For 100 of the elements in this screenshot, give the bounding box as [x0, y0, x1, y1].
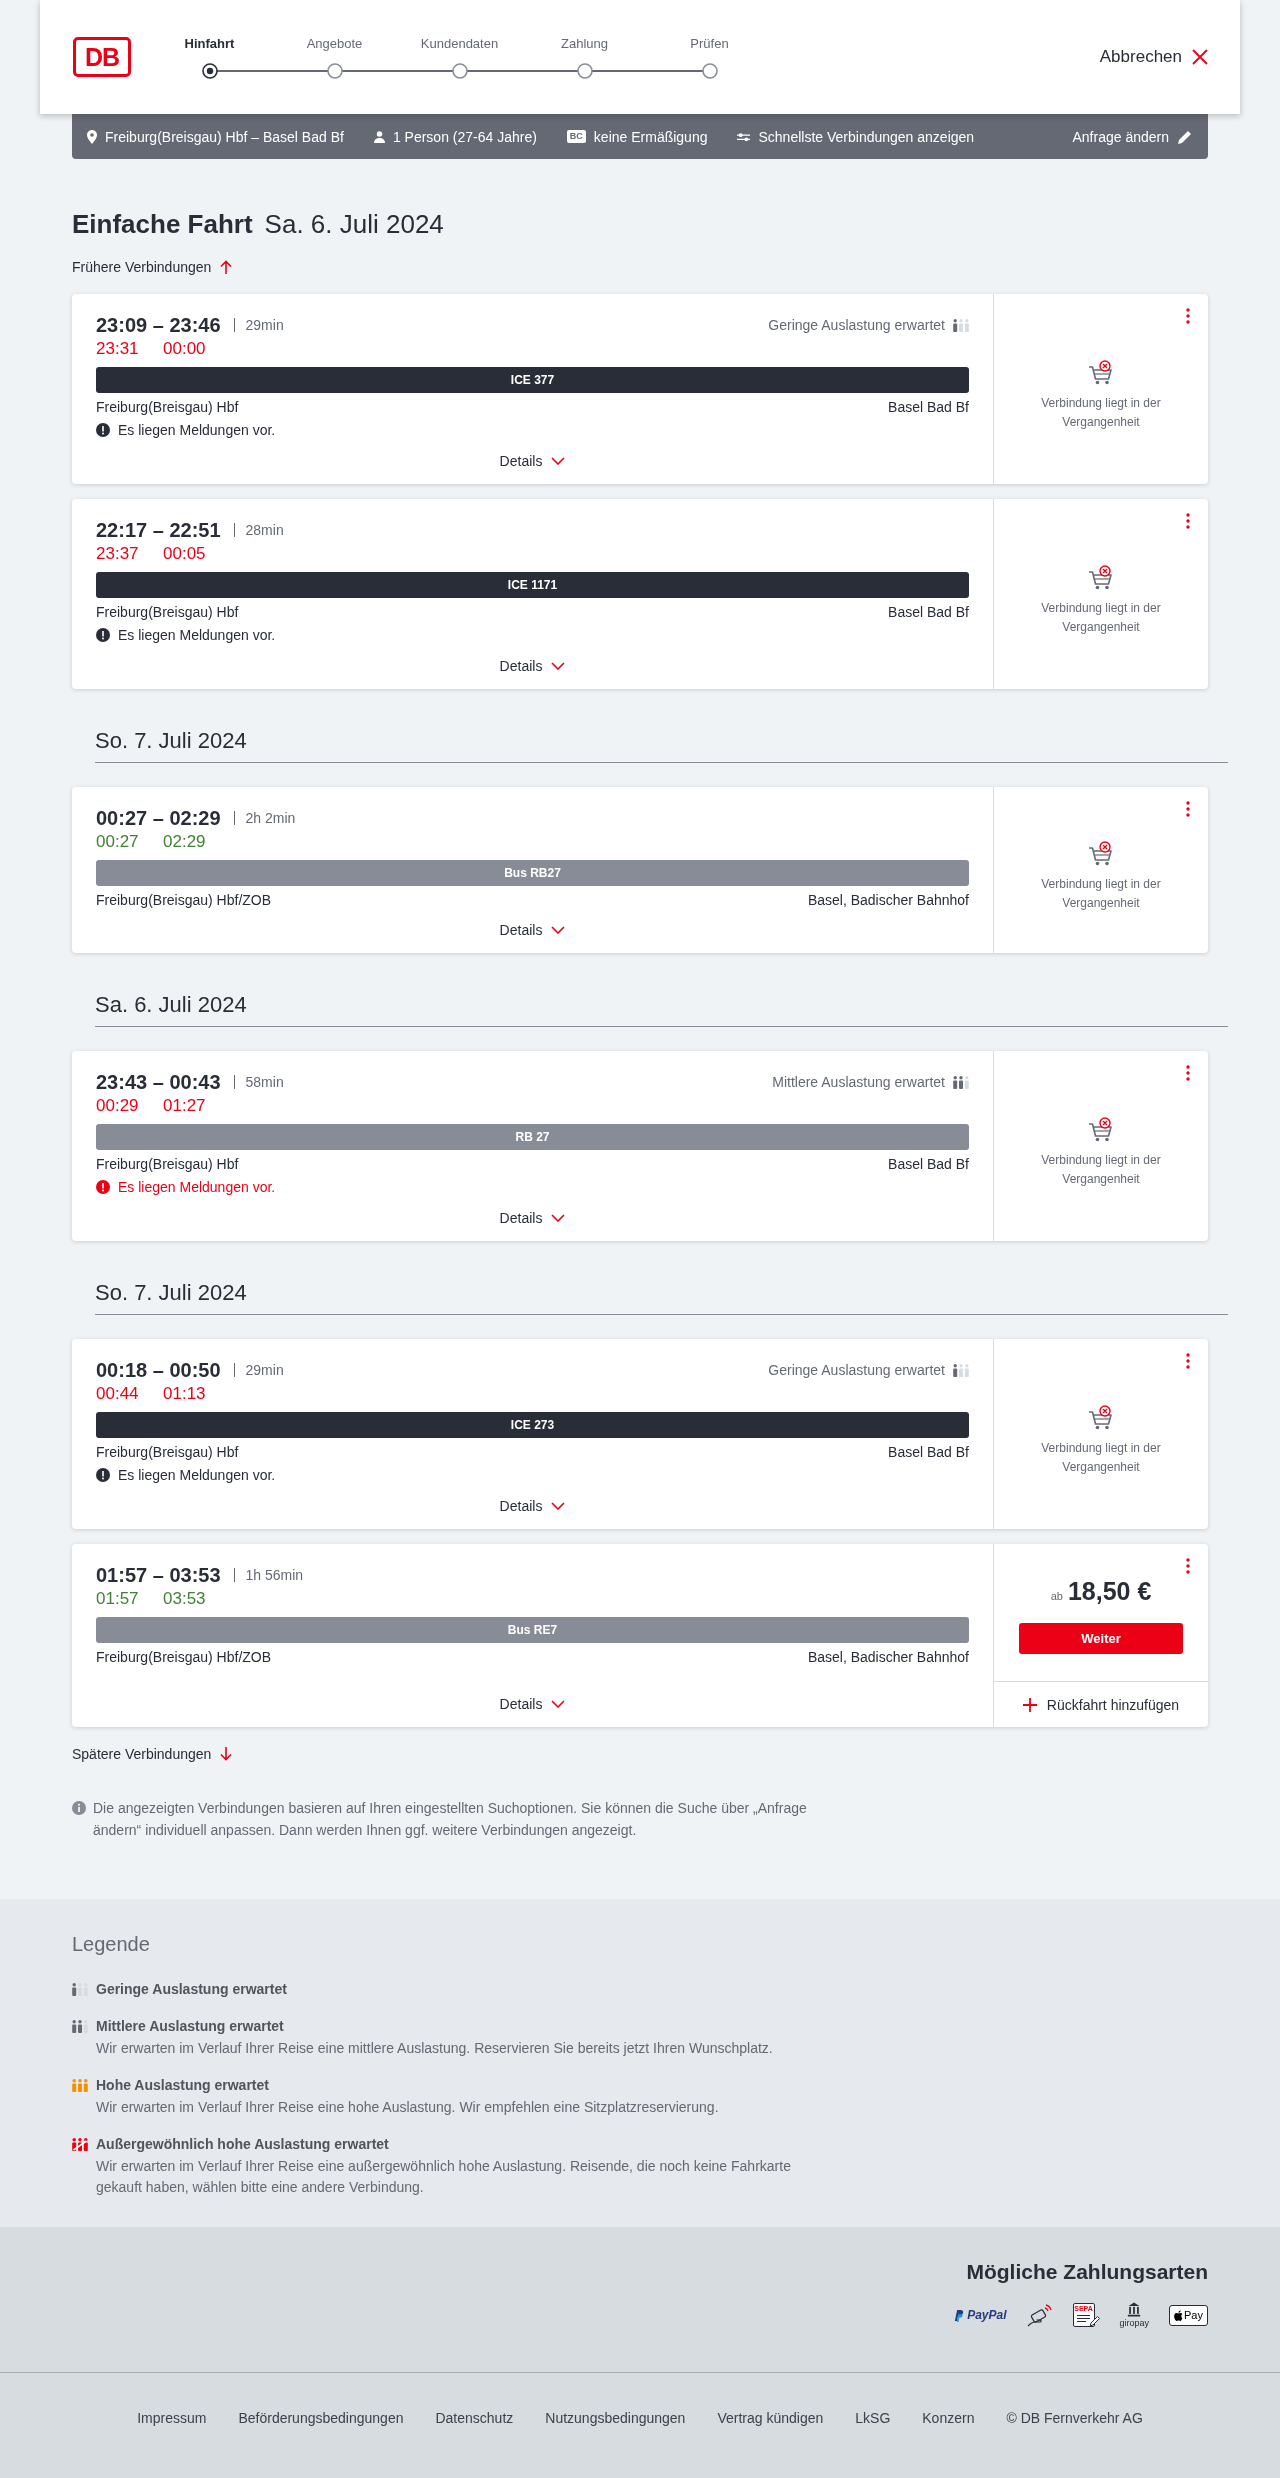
filter-sliders-icon — [737, 131, 751, 142]
more-options-icon[interactable] — [1186, 308, 1190, 324]
chevron-down-icon — [551, 926, 566, 934]
scheduled-times: 00:18 – 00:50 — [96, 1358, 221, 1382]
price-prefix: ab — [1050, 1590, 1063, 1602]
info-note: Die angezeigten Verbindungen basieren auf Ihren eingestellten Suchoptionen. Sie können die Suche über „Anfrage ändern“ individuell anpassen. Dann werden Ihnen ggf. weitere Verbindungen angezeigt. — [93, 1799, 808, 1840]
occupancy-icon — [72, 2079, 88, 2092]
travelers-text: 1 Person (27-64 Jahre) — [392, 128, 537, 145]
past-connection-text: Verbindung liegt in der Vergangenheit — [1040, 1152, 1162, 1188]
origin-station: Freiburg(Breisgau) Hbf/ZOB — [96, 891, 272, 910]
occupancy-icon — [72, 1983, 88, 1996]
more-options-icon[interactable] — [1186, 513, 1190, 529]
realtime-arrival: 01:27 — [163, 1096, 207, 1116]
cart-unavailable-icon — [1088, 841, 1114, 867]
duration-text: 2h 2min — [245, 810, 296, 826]
chevron-down-icon — [551, 1214, 566, 1222]
arrow-down-icon — [220, 1747, 233, 1761]
bank-building-icon — [1127, 2302, 1142, 2317]
footer-link[interactable]: Beförderungsbedingungen — [238, 2408, 404, 2428]
legend-item-title: Geringe Auslastung erwartet — [96, 1980, 288, 1999]
info-icon — [72, 1801, 86, 1815]
occupancy-icon — [953, 318, 969, 332]
occupancy-text: Geringe Auslastung erwartet — [768, 317, 945, 333]
continue-button[interactable]: Weiter — [1019, 1623, 1183, 1654]
add-return-trip-button[interactable]: Rückfahrt hinzufügen — [994, 1681, 1208, 1727]
scheduled-times: 00:27 – 02:29 — [96, 806, 221, 830]
footer-link[interactable]: Konzern — [922, 2408, 975, 2428]
past-connection-text: Verbindung liegt in der Vergangenheit — [1040, 876, 1162, 912]
destination-station: Basel Bad Bf — [888, 603, 969, 622]
details-button[interactable]: Details — [495, 1491, 570, 1521]
footer-link[interactable]: Vertrag kündigen — [717, 2408, 824, 2428]
legend-item-description: Wir erwarten im Verlauf Ihrer Reise eine mittlere Auslastung. Reservieren Sie bereits jetzt Ihren Wunschplatz. — [96, 2039, 774, 2058]
more-options-icon[interactable] — [1186, 1353, 1190, 1369]
price-text: 18,50 € — [1067, 1577, 1152, 1606]
destination-station: Basel, Badischer Bahnhof — [807, 1648, 969, 1667]
travel-date-title: Sa. 6. Juli 2024 — [264, 208, 444, 241]
destination-station: Basel Bad Bf — [888, 1155, 969, 1174]
chevron-down-icon — [551, 662, 566, 670]
scheduled-times: 01:57 – 03:53 — [96, 1563, 221, 1587]
origin-station: Freiburg(Breisgau) Hbf/ZOB — [96, 1648, 272, 1667]
realtime-arrival: 00:00 — [163, 339, 207, 359]
route-text: Freiburg(Breisgau) Hbf – Basel Bad Bf — [105, 128, 344, 145]
realtime-arrival: 03:53 — [163, 1589, 207, 1609]
duration-text: 29min — [245, 317, 284, 333]
plus-icon — [1022, 1697, 1037, 1712]
legend-item-description: Wir erwarten im Verlauf Ihrer Reise eine außergewöhnlich hohe Auslastung. Reisende, die noch keine Fahrkarte gekauft haben, wählen bitte eine andere Verbindung. — [96, 2157, 792, 2197]
details-button[interactable]: Details — [495, 915, 570, 945]
past-connection-text: Verbindung liegt in der Vergangenheit — [1040, 395, 1162, 431]
legend-item-description: Wir erwarten im Verlauf Ihrer Reise eine hohe Auslastung. Wir empfehlen eine Sitzplatzreservierung. — [96, 2098, 720, 2117]
chevron-down-icon — [551, 457, 566, 465]
details-button[interactable]: Details — [495, 1203, 570, 1233]
pencil-icon — [1178, 129, 1192, 144]
destination-station: Basel, Badischer Bahnhof — [807, 891, 969, 910]
realtime-departure: 23:31 — [96, 339, 140, 359]
details-button[interactable]: Details — [495, 1689, 570, 1719]
more-options-icon[interactable] — [1186, 801, 1190, 817]
step-label: Zahlung — [561, 35, 608, 53]
notice-text: Es liegen Meldungen vor. — [118, 421, 276, 440]
step-label: Kundendaten — [420, 35, 499, 53]
earlier-connections-link[interactable]: Frühere Verbindungen — [72, 257, 233, 277]
paypal-wordmark: PayPal — [967, 2308, 1007, 2322]
footer-link[interactable]: Datenschutz — [435, 2408, 514, 2428]
scheduled-times: 23:43 – 00:43 — [96, 1070, 221, 1094]
trip-type-title: Einfache Fahrt — [72, 208, 253, 241]
legend-item-title: Mittlere Auslastung erwartet — [96, 2017, 285, 2036]
realtime-arrival: 01:13 — [163, 1384, 207, 1404]
edit-request-button[interactable]: Anfrage ändern — [1072, 128, 1192, 145]
discount-card-badge: BC — [566, 130, 586, 143]
cart-unavailable-icon — [1088, 565, 1114, 591]
apple-icon — [1174, 2309, 1184, 2321]
footer-link[interactable]: Impressum — [137, 2408, 207, 2428]
origin-station: Freiburg(Breisgau) Hbf — [96, 398, 239, 417]
duration-text: 28min — [245, 522, 284, 538]
arrow-up-icon — [220, 260, 233, 274]
more-options-icon[interactable] — [1186, 1558, 1190, 1574]
later-connections-link[interactable]: Spätere Verbindungen — [72, 1744, 233, 1764]
alert-icon — [96, 1468, 110, 1482]
details-button[interactable]: Details — [495, 446, 570, 476]
origin-station: Freiburg(Breisgau) Hbf — [96, 603, 239, 622]
past-connection-text: Verbindung liegt in der Vergangenheit — [1040, 1440, 1162, 1476]
step-label: Prüfen — [690, 35, 729, 53]
duration-text: 29min — [245, 1362, 284, 1378]
alert-icon — [96, 1180, 110, 1194]
filter-text: Schnellste Verbindungen anzeigen — [758, 128, 975, 145]
contactless-payment-icon — [1026, 2303, 1053, 2327]
duration-text: 1h 56min — [245, 1567, 304, 1583]
more-options-icon[interactable] — [1186, 1065, 1190, 1081]
date-heading: So. 7. Juli 2024 — [95, 727, 248, 755]
occupancy-icon — [72, 2138, 88, 2151]
cancel-button[interactable]: Abbrechen — [1099, 47, 1208, 67]
payment-methods-title: Mögliche Zahlungsarten — [966, 2259, 1208, 2285]
destination-station: Basel Bad Bf — [888, 1443, 969, 1462]
footer-link[interactable]: LkSG — [855, 2408, 891, 2428]
footer-link[interactable]: Nutzungsbedingungen — [545, 2408, 686, 2428]
pen-icon — [1089, 2316, 1100, 2326]
person-icon — [373, 130, 385, 143]
logo[interactable]: DB — [73, 37, 131, 77]
date-heading: So. 7. Juli 2024 — [95, 1279, 248, 1307]
origin-station: Freiburg(Breisgau) Hbf — [96, 1155, 239, 1174]
details-button[interactable]: Details — [495, 651, 570, 681]
